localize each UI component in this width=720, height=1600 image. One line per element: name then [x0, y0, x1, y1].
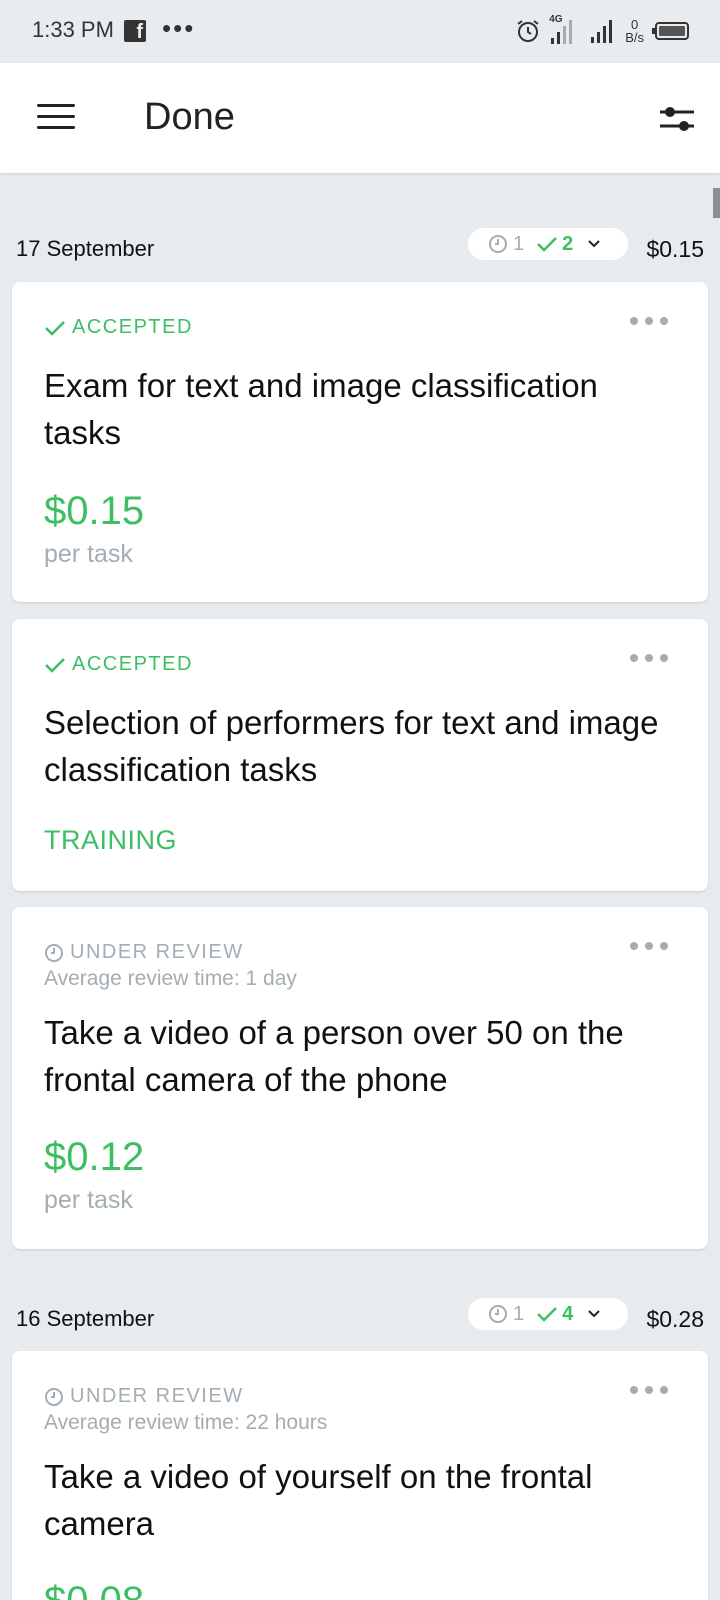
clock-icon	[45, 1387, 63, 1406]
price-unit: per task	[44, 540, 133, 568]
app-bar: Done	[0, 63, 720, 173]
status-badge: UNDER REVIEW	[44, 1385, 244, 1408]
review-count-value: 1	[513, 232, 525, 255]
status-label: UNDER REVIEW	[70, 941, 244, 963]
price-unit: per task	[44, 1186, 133, 1214]
status-time: 1:33 PM	[32, 17, 114, 42]
more-options-icon[interactable]	[630, 651, 668, 665]
accepted-count: 2	[536, 233, 573, 256]
status-label: UNDER REVIEW	[70, 1385, 244, 1407]
task-card[interactable]: ACCEPTED Selection of performers for tex…	[12, 619, 708, 891]
accepted-count-value: 4	[562, 1302, 574, 1325]
task-card[interactable]: UNDER REVIEW Average review time: 22 hou…	[12, 1351, 708, 1600]
more-options-icon[interactable]	[630, 939, 668, 953]
group-date: 16 September	[16, 1306, 155, 1331]
more-options-icon[interactable]	[630, 1383, 668, 1397]
scrollbar-thumb[interactable]	[713, 188, 720, 218]
group-total: $0.28	[646, 1306, 704, 1332]
task-title: Exam for text and image classification t…	[44, 367, 598, 451]
status-icons: 4G 0 B/s	[515, 14, 690, 48]
accepted-count: 4	[536, 1303, 573, 1326]
status-badge: ACCEPTED	[44, 653, 193, 676]
group-date: 17 September	[16, 236, 155, 261]
status-label: ACCEPTED	[72, 316, 193, 338]
group-summary-dropdown[interactable]: 1 4	[468, 1298, 628, 1330]
speed-unit: B/s	[625, 30, 644, 45]
more-notifications-icon: •••	[162, 13, 196, 43]
sliders-filter-icon[interactable]	[660, 103, 694, 135]
hamburger-menu-icon[interactable]	[37, 104, 75, 130]
group-summary-dropdown[interactable]: 1 2	[468, 228, 628, 260]
alarm-icon	[517, 20, 539, 42]
check-icon	[537, 237, 558, 252]
date-group-header: 16 September 1 4 $0.28	[0, 1298, 720, 1338]
task-tag: TRAINING	[44, 825, 178, 855]
task-title: Take a video of yourself on the frontal …	[44, 1458, 593, 1542]
review-count: 1	[488, 1303, 524, 1326]
date-group-header: 17 September 1 2 $0.15	[0, 228, 720, 268]
review-count: 1	[488, 233, 524, 256]
task-price: $0.12	[44, 1135, 145, 1179]
group-total: $0.15	[646, 236, 704, 262]
status-badge: ACCEPTED	[44, 316, 193, 339]
average-review-time: Average review time: 22 hours	[44, 1411, 328, 1434]
accepted-count-value: 2	[562, 232, 574, 255]
network-speed: 0 B/s	[625, 18, 644, 44]
signal-icon	[591, 20, 613, 43]
signal-4g-icon: 4G	[549, 14, 581, 46]
status-label: ACCEPTED	[72, 653, 193, 675]
chevron-down-icon	[587, 1309, 601, 1319]
task-card[interactable]: ACCEPTED Exam for text and image classif…	[12, 282, 708, 602]
check-icon	[537, 1307, 558, 1322]
battery-icon	[652, 22, 689, 40]
check-icon	[45, 320, 65, 336]
task-card[interactable]: UNDER REVIEW Average review time: 1 day …	[12, 907, 708, 1249]
clock-icon	[489, 235, 507, 253]
clock-icon	[489, 1305, 507, 1323]
review-count-value: 1	[513, 1302, 525, 1325]
clock-icon	[45, 943, 63, 962]
more-options-icon[interactable]	[630, 314, 668, 328]
task-price: $0.15	[44, 489, 145, 533]
task-title: Selection of performers for text and ima…	[44, 704, 659, 788]
chevron-down-icon	[587, 239, 601, 249]
check-icon	[45, 657, 65, 673]
status-badge: UNDER REVIEW	[44, 941, 244, 964]
task-title: Take a video of a person over 50 on the …	[44, 1014, 624, 1098]
facebook-icon: f	[124, 20, 146, 42]
average-review-time: Average review time: 1 day	[44, 967, 297, 990]
status-bar: 1:33 PM f ••• 4G 0 B/s	[0, 0, 720, 63]
task-price: $0.08	[44, 1579, 144, 1600]
page-title: Done	[144, 96, 235, 138]
